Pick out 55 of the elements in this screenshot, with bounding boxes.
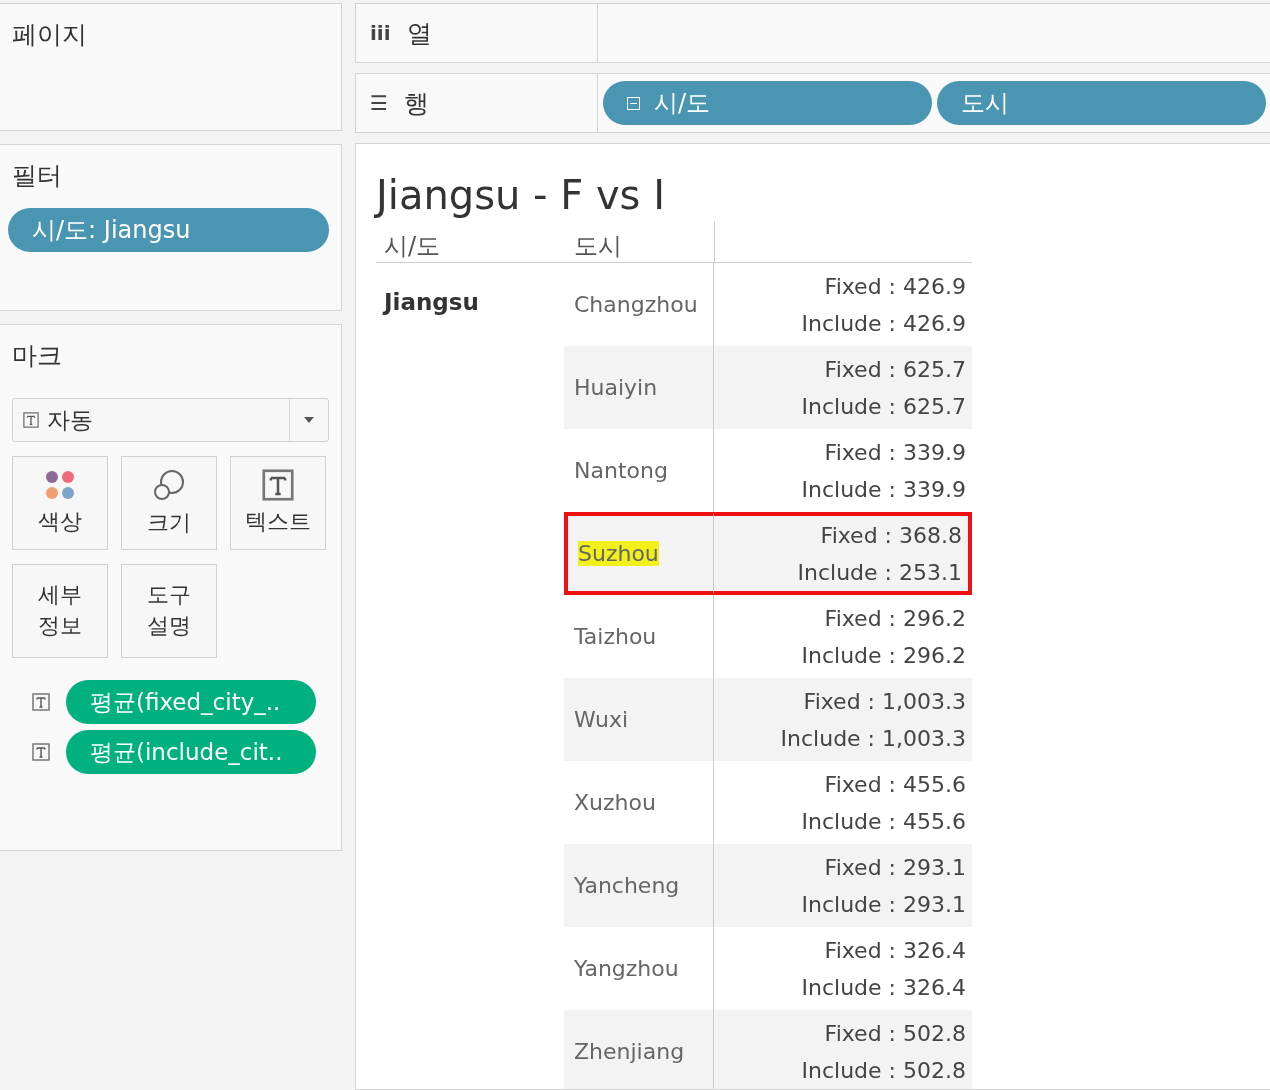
include-value: Include : 339.9 [801,475,966,504]
panel-title: 필터 [12,160,63,192]
table-cell: Suzhou [564,512,714,595]
include-value: Include : 426.9 [801,309,966,338]
include-value: Include : 296.2 [801,641,966,670]
panel-title: 마크 [12,340,63,372]
include-value: Include : 253.1 [797,558,962,587]
mark-card[interactable]: 색상 [12,456,108,550]
table-cell: Wuxi [564,678,714,761]
text-icon [23,412,39,428]
shelf-label: 열 [406,17,432,50]
mark-card[interactable]: 크기 [121,456,217,550]
mark-card[interactable]: 세부 정보 [12,564,108,658]
fixed-value: Fixed : 368.8 [820,521,962,550]
fixed-value: Fixed : 326.4 [824,936,966,965]
include-value: Include : 326.4 [801,973,966,1002]
mark-card-label: 크기 [147,508,191,537]
table-cell: Yancheng [564,844,714,927]
fixed-value: Fixed : 293.1 [824,853,966,882]
mark-type-dropdown[interactable]: 자동 [12,398,329,442]
fixed-value: Fixed : 502.8 [824,1019,966,1048]
color-dots-icon [44,468,76,501]
columns-icon: iii [370,21,391,45]
mark-card-label: 텍스트 [245,507,311,536]
fixed-value: Fixed : 455.6 [824,770,966,799]
column-header: 도시 [574,231,622,262]
fixed-value: Fixed : 339.9 [824,438,966,467]
fixed-value: Fixed : 1,003.3 [803,687,966,716]
fixed-value: Fixed : 426.9 [824,272,966,301]
rows-icon: ☰ [370,91,388,115]
fixed-value: Fixed : 296.2 [824,604,966,633]
circles-icon [152,467,186,502]
include-value: Include : 625.7 [801,392,966,421]
caret-icon [304,417,314,423]
mark-card[interactable]: 텍스트 [230,456,326,550]
text-icon [32,743,50,761]
column-header: 시/도 [384,231,441,262]
mark-card-label: 세부 정보 [38,581,82,640]
include-value: Include : 293.1 [801,890,966,919]
table-cell-text: Jiangsu [381,288,480,317]
shelf-label: 행 [403,87,429,120]
table-cell: Huaiyin [564,346,714,429]
text-icon [262,468,294,501]
mark-card-label: 색상 [38,507,82,536]
view-title: Jiangsu - F vs I [376,172,666,220]
table-cell: Zhenjiang [564,1010,714,1089]
panel-title: 페이지 [12,19,88,51]
text-icon [32,693,50,711]
include-value: Include : 455.6 [801,807,966,836]
mark-card[interactable]: 도구 설명 [121,564,217,658]
include-value: Include : 502.8 [801,1056,966,1085]
fixed-value: Fixed : 625.7 [824,355,966,384]
mark-card-label: 도구 설명 [147,581,191,640]
dropdown-value: 자동 [47,405,93,435]
include-value: Include : 1,003.3 [780,724,966,753]
